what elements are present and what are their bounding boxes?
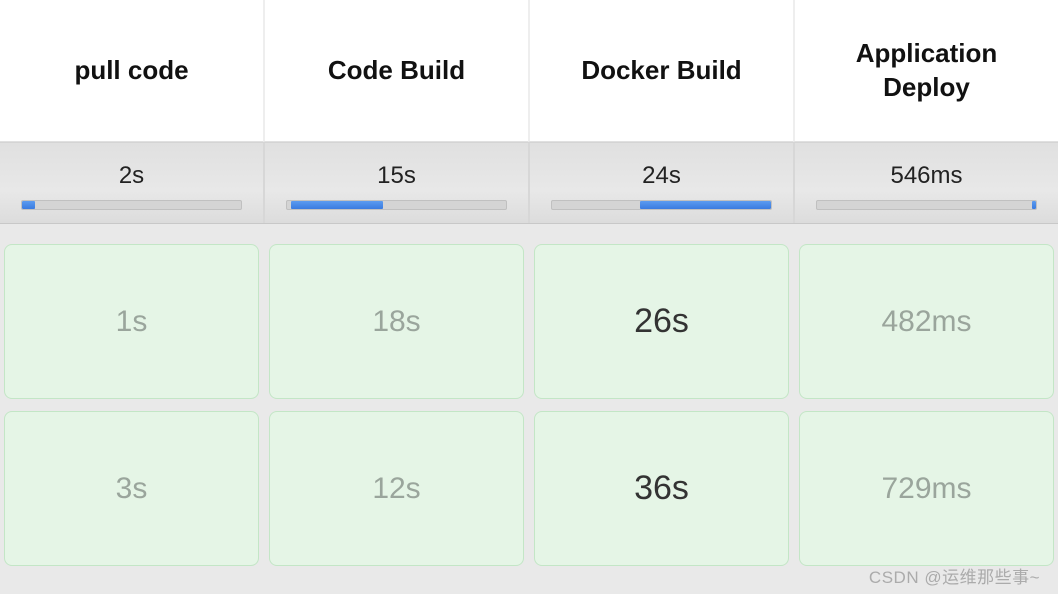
stage-progress-track	[21, 200, 242, 210]
stage-average-duration: 2s	[119, 162, 144, 190]
stage-header: Docker Build	[528, 0, 793, 142]
stage-progress-fill	[640, 201, 771, 209]
stage-average-cell: 24s	[528, 143, 793, 223]
stage-cell[interactable]: 1s	[4, 244, 259, 399]
stage-progress-track	[816, 200, 1037, 210]
stage-progress-fill	[291, 201, 383, 209]
stage-cell[interactable]: 3s	[4, 411, 259, 566]
stage-average-cell: 2s	[0, 143, 263, 223]
stage-cell[interactable]: 18s	[269, 244, 524, 399]
stage-average-cell: 15s	[263, 143, 528, 223]
stage-average-duration: 15s	[377, 162, 416, 190]
stage-average-row: 2s 15s 24s 546ms	[0, 142, 1058, 224]
stage-cell[interactable]: 26s	[534, 244, 789, 399]
pipeline-run-row: 1s 18s 26s 482ms	[0, 238, 1058, 405]
stage-cell[interactable]: 729ms	[799, 411, 1054, 566]
stage-cell[interactable]: 482ms	[799, 244, 1054, 399]
stage-header: Code Build	[263, 0, 528, 142]
stage-progress-track	[551, 200, 772, 210]
stage-progress-fill	[22, 201, 35, 209]
stage-average-cell: 546ms	[793, 143, 1058, 223]
stage-progress-track	[286, 200, 507, 210]
stage-header: Application Deploy	[793, 0, 1058, 142]
stage-average-duration: 546ms	[890, 162, 962, 190]
pipeline-run-row: 3s 12s 36s 729ms	[0, 405, 1058, 572]
pipeline-stage-view: pull code Code Build Docker Build Applic…	[0, 0, 1058, 594]
stage-progress-fill	[1032, 201, 1036, 209]
stage-cell[interactable]: 36s	[534, 411, 789, 566]
stage-cell[interactable]: 12s	[269, 411, 524, 566]
stage-average-duration: 24s	[642, 162, 681, 190]
stage-header: pull code	[0, 0, 263, 142]
stage-header-row: pull code Code Build Docker Build Applic…	[0, 0, 1058, 142]
